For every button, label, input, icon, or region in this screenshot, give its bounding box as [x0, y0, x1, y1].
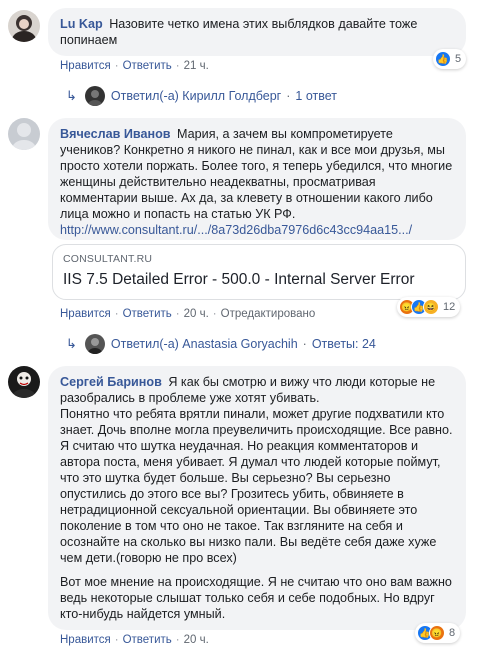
reply-count: 1 ответ	[295, 89, 338, 103]
comment-author[interactable]: Lu Kap	[60, 17, 103, 31]
comment-author[interactable]: Вячеслав Иванов	[60, 127, 171, 141]
reaction-count: 8	[449, 627, 456, 639]
like-button[interactable]: Нравится	[60, 60, 111, 72]
avatar-lu-kap[interactable]	[8, 10, 40, 42]
timestamp[interactable]: 21 ч.	[184, 60, 209, 72]
reply-count: Ответы: 24	[311, 337, 376, 351]
replier-avatar	[84, 86, 105, 106]
reply-button[interactable]: Ответить	[123, 308, 172, 320]
replier-avatar	[84, 334, 105, 354]
timestamp[interactable]: 20 ч.	[184, 634, 209, 646]
comment-text: Назовите четко имена этих выблядков дава…	[60, 17, 418, 47]
reply-arrow-icon: ↳	[66, 336, 77, 351]
reaction-count: 5	[455, 53, 462, 65]
like-icon: 👍	[435, 51, 451, 67]
edited-label[interactable]: Отредактировано	[221, 308, 316, 320]
comment-bubble: Сергей Баринов Я как бы смотрю и вижу чт…	[48, 366, 466, 630]
reactions-summary[interactable]: 😠 👍 😆 12	[397, 297, 461, 317]
comment-actions: Нравится · Ответить · 21 ч.	[60, 60, 209, 72]
reply-arrow-icon: ↳	[66, 88, 77, 103]
comment-author[interactable]: Сергей Баринов	[60, 375, 162, 389]
view-replies-link[interactable]: ↳ Ответил(-а) Кирилл Голдберг · 1 ответ	[66, 86, 337, 106]
comment-text: Понятно что ребята врятли пинали, может …	[60, 407, 453, 565]
angry-icon: 😠	[429, 625, 445, 641]
reactions-summary[interactable]: 👍 5	[433, 49, 467, 69]
reply-button[interactable]: Ответить	[123, 634, 172, 646]
comment-actions: Нравится · Ответить · 20 ч.	[60, 634, 209, 646]
like-button[interactable]: Нравится	[60, 308, 111, 320]
comment-bubble: Вячеслав Иванов Мария, а зачем вы компро…	[48, 118, 466, 240]
comment-bubble: Lu Kap Назовите четко имена этих выблядк…	[48, 8, 466, 56]
comment-url[interactable]: http://www.consultant.ru/.../8a73d26dba7…	[60, 222, 454, 238]
comment-actions: Нравится · Ответить · 20 ч. · Отредактировано	[60, 308, 316, 320]
preview-title: IIS 7.5 Detailed Error - 500.0 - Interna…	[63, 271, 415, 288]
haha-icon: 😆	[423, 299, 439, 315]
avatar-sergey-barinov[interactable]	[8, 366, 40, 398]
preview-domain: CONSULTANT.RU	[63, 253, 153, 265]
comment-text: Вот мое мнение на происходящие. Я не счи…	[60, 575, 452, 621]
reactions-summary[interactable]: 👍 😠 8	[415, 623, 461, 643]
reply-button[interactable]: Ответить	[123, 60, 172, 72]
avatar-vyacheslav-ivanov[interactable]	[8, 118, 40, 150]
reaction-count: 12	[443, 301, 456, 313]
replier-name: Ответил(-а) Кирилл Голдберг	[110, 89, 282, 103]
replier-name: Ответил(-а) Anastasia Goryachih	[110, 337, 298, 351]
timestamp[interactable]: 20 ч.	[184, 308, 209, 320]
link-preview-card[interactable]: CONSULTANT.RU IIS 7.5 Detailed Error - 5…	[52, 244, 466, 300]
like-button[interactable]: Нравится	[60, 634, 111, 646]
comment-text: Мария, а зачем вы компрометируете ученик…	[60, 127, 453, 221]
view-replies-link[interactable]: ↳ Ответил(-а) Anastasia Goryachih · Ответы…	[66, 334, 376, 354]
